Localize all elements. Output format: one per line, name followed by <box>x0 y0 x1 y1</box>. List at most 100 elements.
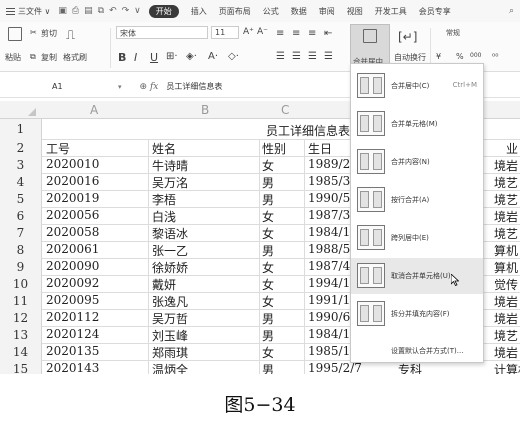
cut-icon[interactable]: ✂ <box>30 28 37 37</box>
name-box-dropdown-icon[interactable]: ▾ <box>118 83 122 91</box>
cell-gender[interactable]: 男 <box>262 327 274 344</box>
column-header-b[interactable]: B <box>201 103 209 117</box>
row-header[interactable]: 6 <box>0 208 42 225</box>
cell-major[interactable]: 境岩 <box>494 293 518 310</box>
tab-developer[interactable]: 开发工具 <box>375 6 407 17</box>
cell-gender[interactable]: 男 <box>262 174 274 191</box>
cell-employee-name[interactable]: 刘玉峰 <box>152 327 188 344</box>
cell-employee-id[interactable]: 2020135 <box>46 344 99 358</box>
formula-content[interactable]: 员工详细信息表 <box>166 81 222 92</box>
cell-gender[interactable]: 男 <box>262 310 274 327</box>
copy-button[interactable]: 复制 <box>41 52 57 63</box>
row-header[interactable]: 9 <box>0 259 42 276</box>
print-icon[interactable]: ⎙ <box>72 6 79 16</box>
cell-birthday[interactable]: 1985/3 <box>308 174 350 188</box>
tab-page-layout[interactable]: 页面布局 <box>219 6 251 17</box>
undo-icon[interactable]: ↶ <box>109 6 117 16</box>
cell-gender[interactable]: 男 <box>262 191 274 208</box>
align-left-icon[interactable]: ☰ <box>276 51 285 62</box>
auto-wrap-button[interactable]: 自动换行 <box>394 52 426 63</box>
tab-start[interactable]: 开始 <box>148 4 179 18</box>
qat-more-icon[interactable]: ∨ <box>134 6 141 16</box>
tab-data[interactable]: 数据 <box>291 6 307 17</box>
select-all-corner[interactable] <box>0 101 42 119</box>
row-header[interactable]: 4 <box>0 174 42 191</box>
align-center-icon[interactable]: ☰ <box>292 51 301 62</box>
cell-gender[interactable]: 女 <box>262 344 274 361</box>
row-header[interactable]: 8 <box>0 242 42 259</box>
cell-birthday[interactable]: 1990/5 <box>308 191 350 205</box>
cell-gender[interactable]: 女 <box>262 259 274 276</box>
fill-color-icon[interactable]: ◈· <box>186 51 197 62</box>
row-header[interactable]: 15 <box>0 361 42 374</box>
cell-employee-name[interactable]: 徐娇娇 <box>152 259 188 276</box>
column-header-c[interactable]: C <box>281 103 289 117</box>
cell-employee-name[interactable]: 温炳全 <box>152 361 188 374</box>
cell-birthday[interactable]: 1989/2 <box>308 157 350 171</box>
cell-birthday[interactable]: 1990/6 <box>308 310 350 324</box>
header-cell-birth[interactable]: 生日 <box>308 140 332 157</box>
cell-employee-id[interactable]: 2020058 <box>46 225 99 239</box>
cell-employee-name[interactable]: 张一乙 <box>152 242 188 259</box>
row-header[interactable]: 1 <box>0 119 42 140</box>
cell-major[interactable]: 计算机 <box>494 361 520 374</box>
cell-gender[interactable]: 女 <box>262 208 274 225</box>
thousands-button[interactable]: 000 <box>470 52 481 59</box>
cell-gender[interactable]: 女 <box>262 293 274 310</box>
cell-gender[interactable]: 女 <box>262 276 274 293</box>
merge-by-row-option[interactable]: 按行合并(A) <box>351 182 483 218</box>
grow-font-button[interactable]: A⁺ <box>243 27 254 37</box>
format-painter-button[interactable]: 格式刷 <box>63 52 87 63</box>
cell-employee-name[interactable]: 张逸凡 <box>152 293 188 310</box>
font-size-select[interactable]: 11 <box>211 26 239 39</box>
cell-employee-id[interactable]: 2020016 <box>46 174 99 188</box>
cell-birthday[interactable]: 1984/1 <box>308 327 350 341</box>
align-bottom-icon[interactable]: ≡ <box>308 28 316 39</box>
justify-icon[interactable]: ☰ <box>324 51 333 62</box>
border-icon[interactable]: ⊞· <box>166 51 178 62</box>
cell-gender[interactable]: 女 <box>262 157 274 174</box>
cell-major[interactable]: 算机 <box>494 259 518 276</box>
format-painter-icon[interactable]: ⎍ <box>66 28 75 43</box>
copy-icon[interactable]: ⧉ <box>30 52 36 62</box>
cell-employee-name[interactable]: 吴万哲 <box>152 310 188 327</box>
formula-fx[interactable]: ⊕ fx <box>140 82 159 92</box>
cell-employee-id[interactable]: 2020090 <box>46 259 99 273</box>
cell-major[interactable]: 境岩 <box>494 157 518 174</box>
cell-employee-name[interactable]: 李梧 <box>152 191 176 208</box>
row-header[interactable]: 14 <box>0 344 42 361</box>
merge-center-option[interactable]: 合并居中(C) Ctrl+M <box>351 68 483 104</box>
tab-formula[interactable]: 公式 <box>263 6 279 17</box>
header-cell-name[interactable]: 姓名 <box>152 140 176 157</box>
cell-birthday[interactable]: 1987/4 <box>308 259 350 273</box>
row-header[interactable]: 3 <box>0 157 42 174</box>
tab-view[interactable]: 视图 <box>347 6 363 17</box>
row-header[interactable]: 12 <box>0 310 42 327</box>
cell-employee-id[interactable]: 2020112 <box>46 310 99 324</box>
zoom-icon[interactable]: ⊕ <box>140 82 148 92</box>
default-merge-option[interactable]: 设置默认合并方式(T)... <box>391 346 463 356</box>
header-cell-major[interactable]: 业 <box>506 140 518 157</box>
align-top-icon[interactable]: ≡ <box>276 28 284 39</box>
cell-employee-name[interactable]: 黎语冰 <box>152 225 188 242</box>
unmerge-cells-option[interactable]: 取消合并单元格(U) <box>351 258 483 294</box>
row-header[interactable]: 10 <box>0 276 42 293</box>
save-icon[interactable]: ▣ <box>58 6 67 16</box>
cell-employee-id[interactable]: 2020124 <box>46 327 99 341</box>
row-header[interactable]: 7 <box>0 225 42 242</box>
cell-employee-id[interactable]: 2020010 <box>46 157 99 171</box>
redo-icon[interactable]: ↷ <box>122 6 130 16</box>
row-header[interactable]: 11 <box>0 293 42 310</box>
cell-birthday[interactable]: 1988/5 <box>308 242 350 256</box>
row-header[interactable]: 5 <box>0 191 42 208</box>
cell-employee-id[interactable]: 2020092 <box>46 276 99 290</box>
wrap-text-icon[interactable]: [↵] <box>398 30 417 44</box>
header-cell-id[interactable]: 工号 <box>46 140 70 157</box>
tab-member[interactable]: 会员专享 <box>419 6 451 17</box>
shrink-font-button[interactable]: A⁻ <box>257 27 268 37</box>
cell-employee-id[interactable]: 2020095 <box>46 293 99 307</box>
decimals-button[interactable]: ⁰⁰ <box>492 52 498 61</box>
cell-employee-name[interactable]: 牛诗晴 <box>152 157 188 174</box>
cell-employee-name[interactable]: 戴妍 <box>152 276 176 293</box>
file-menu[interactable]: 三文件 ∨ <box>18 6 50 17</box>
